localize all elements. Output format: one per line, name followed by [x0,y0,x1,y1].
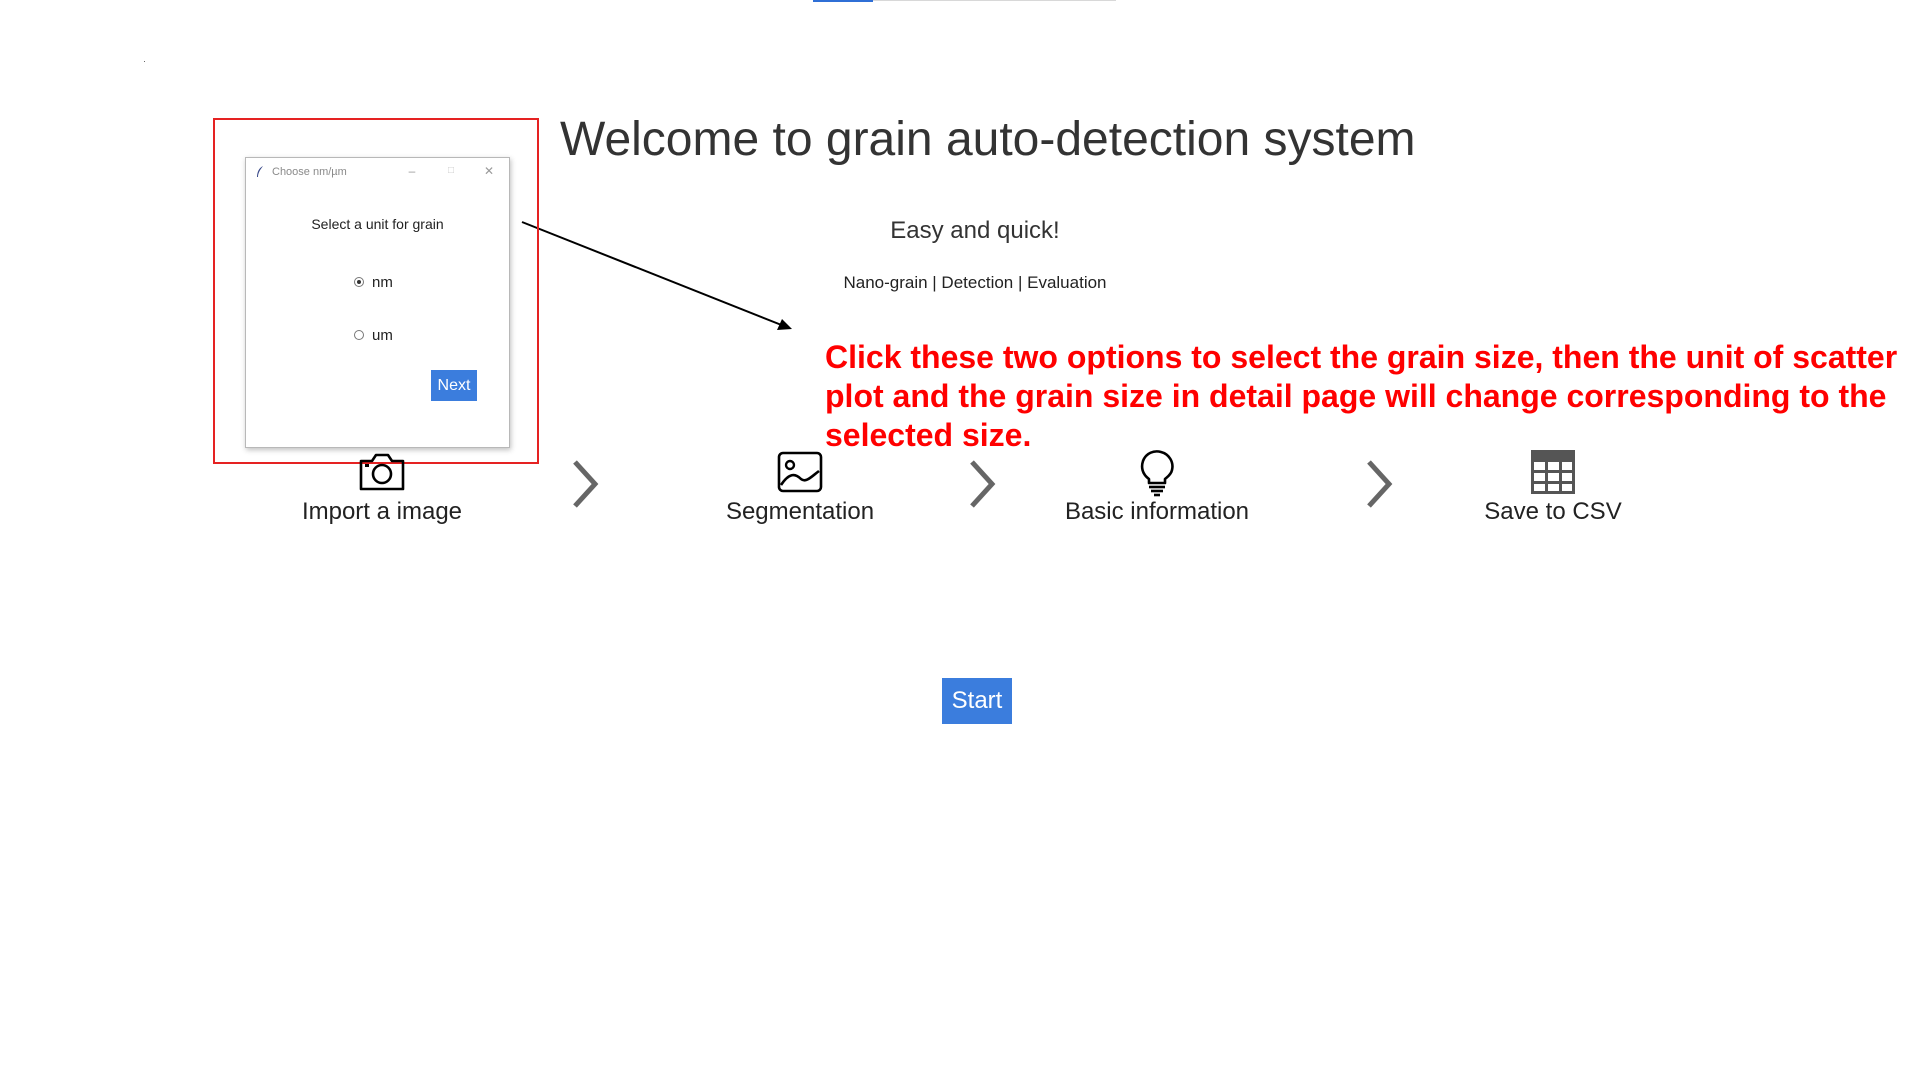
feather-icon [257,166,263,177]
page-subtitle: Easy and quick! [890,217,1060,244]
camera-icon [359,453,405,491]
radio-option-um[interactable]: um [354,325,393,345]
annotation-text: Click these two options to select the gr… [825,339,1898,453]
maximize-button[interactable]: □ [440,162,462,180]
stray-dot [144,61,145,62]
step-save-csv: Save to CSV [1423,447,1683,526]
radio-button-um[interactable] [354,330,364,340]
step-segmentation: Segmentation [670,447,930,526]
chevron-right-icon [1367,460,1393,508]
lightbulb-icon [1140,450,1174,497]
next-button[interactable]: Next [431,370,477,401]
step-import-image: Import a image [252,447,512,526]
minimize-button[interactable]: – [401,162,423,180]
unit-dialog: Choose nm/µm – □ ✕ Select a unit for gra… [245,157,510,448]
table-icon [1531,450,1575,494]
page-tagline: Nano-grain | Detection | Evaluation [843,273,1107,292]
top-scrollbar-thumb[interactable] [813,0,873,2]
dialog-title: Choose nm/µm [272,166,347,178]
page-title: Welcome to grain auto-detection system [560,113,1416,166]
step-label-save-csv: Save to CSV [1484,498,1622,525]
dialog-titlebar[interactable]: Choose nm/µm – □ ✕ [246,158,509,186]
welcome-page: Welcome to grain auto-detection system E… [0,0,1920,1080]
radio-option-nm[interactable]: nm [354,272,393,292]
start-button[interactable]: Start [942,678,1012,724]
radio-label-um: um [372,326,393,344]
radio-label-nm: nm [372,273,393,291]
step-basic-information: Basic information [1027,447,1287,526]
image-icon [777,451,823,493]
chevron-right-icon [970,460,996,508]
dialog-prompt: Select a unit for grain [311,216,444,232]
chevron-right-icon [573,460,599,508]
step-label-segmentation: Segmentation [725,498,875,525]
step-label-basic-info: Basic information [1064,498,1250,525]
radio-button-nm[interactable] [354,277,364,287]
step-label-import: Import a image [301,498,463,525]
close-button[interactable]: ✕ [478,162,500,180]
